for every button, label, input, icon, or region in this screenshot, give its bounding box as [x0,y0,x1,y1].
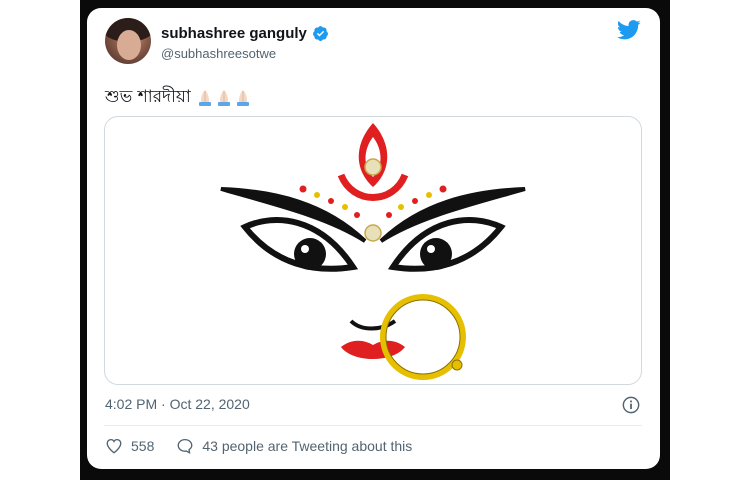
durga-face-illustration [220,123,526,380]
tweet-actions-bar: 558 43 people are Tweeting about this [105,437,434,455]
tweet-text-bengali: শুভ শারদীয়া [105,87,191,107]
info-icon[interactable] [622,396,640,414]
speech-bubble-icon [177,438,193,454]
tweet-timestamp[interactable]: 4:02 PM · Oct 22, 2020 [105,396,250,412]
author-display-name[interactable]: subhashree ganguly [161,25,307,42]
avatar[interactable] [105,18,151,64]
conversation-text[interactable]: 43 people are Tweeting about this [202,438,412,454]
conversation-link[interactable]: 43 people are Tweeting about this [176,437,412,455]
folded-hands-icon [198,90,211,106]
divider [104,425,642,426]
tweet-text: শুভ শারদীয়া [105,84,251,112]
like-button[interactable]: 558 [105,437,154,455]
emoji-group [197,89,251,107]
twitter-bird-icon[interactable] [617,20,641,40]
tweet-media-image[interactable] [104,116,642,385]
folded-hands-icon [217,90,230,106]
verified-badge-icon [312,26,328,41]
author-name-row[interactable]: subhashree ganguly [161,25,329,42]
author-handle[interactable]: @subhashreesotwe [161,46,276,61]
like-count: 558 [131,438,155,454]
heart-icon [106,438,122,454]
folded-hands-icon [236,90,249,106]
